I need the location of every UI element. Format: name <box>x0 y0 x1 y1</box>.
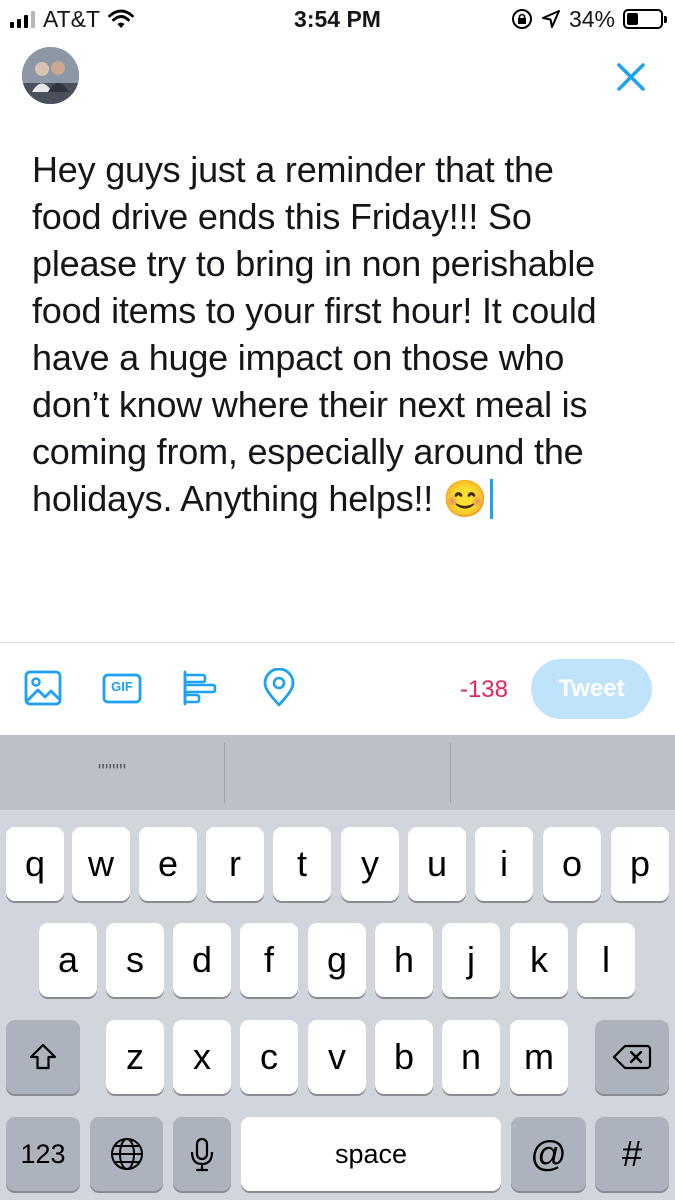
status-right: 34% <box>511 5 667 32</box>
text-cursor <box>489 479 493 519</box>
battery-nub <box>664 16 667 23</box>
hash-key[interactable]: # <box>595 1117 669 1191</box>
shift-key[interactable] <box>6 1020 80 1094</box>
key-w[interactable]: w <box>72 827 130 901</box>
gif-label: GIF <box>111 679 133 694</box>
shift-icon <box>29 1043 57 1070</box>
at-key[interactable]: @ <box>511 1117 586 1191</box>
key-r[interactable]: r <box>206 827 264 901</box>
key-g[interactable]: g <box>308 923 366 997</box>
prediction-1[interactable]: """" <box>0 735 224 810</box>
delete-icon <box>612 1044 652 1070</box>
key-i[interactable]: i <box>475 827 533 901</box>
key-f[interactable]: f <box>240 923 298 997</box>
numbers-key[interactable]: 123 <box>6 1117 80 1191</box>
tweet-line: Hey guys just a reminder that the <box>32 149 554 190</box>
delete-key[interactable] <box>595 1020 669 1094</box>
key-a[interactable]: a <box>39 923 97 997</box>
key-u[interactable]: u <box>408 827 466 901</box>
tweet-textarea[interactable]: Hey guys just a reminder that the food d… <box>32 146 642 522</box>
key-k[interactable]: k <box>510 923 568 997</box>
globe-icon <box>110 1138 143 1170</box>
avatar[interactable] <box>22 47 79 104</box>
location-icon <box>541 10 560 28</box>
close-icon[interactable] <box>612 58 650 96</box>
prediction-3[interactable] <box>451 735 675 810</box>
key-l[interactable]: l <box>577 923 635 997</box>
key-x[interactable]: x <box>173 1020 231 1094</box>
key-m[interactable]: m <box>510 1020 568 1094</box>
avatar-image <box>22 47 79 104</box>
gif-button[interactable]: GIF <box>102 668 142 708</box>
battery-icon <box>623 9 667 29</box>
space-key[interactable]: space <box>241 1117 501 1191</box>
orientation-lock-icon <box>511 9 532 29</box>
key-q[interactable]: q <box>6 827 64 901</box>
key-n[interactable]: n <box>442 1020 500 1094</box>
key-c[interactable]: c <box>240 1020 298 1094</box>
tweet-line: coming from, especially around the <box>32 431 584 472</box>
key-h[interactable]: h <box>375 923 433 997</box>
predictive-bar: """" <box>0 735 675 810</box>
location-pin-icon[interactable] <box>259 668 299 708</box>
key-t[interactable]: t <box>273 827 331 901</box>
key-o[interactable]: o <box>543 827 601 901</box>
key-p[interactable]: p <box>611 827 669 901</box>
key-s[interactable]: s <box>106 923 164 997</box>
key-z[interactable]: z <box>106 1020 164 1094</box>
tweet-line-last: holidays. Anything helps!! 😊 <box>32 475 642 522</box>
microphone-icon <box>190 1137 214 1172</box>
tweet-button[interactable]: Tweet <box>531 659 652 719</box>
key-b[interactable]: b <box>375 1020 433 1094</box>
image-icon[interactable] <box>23 668 63 708</box>
tweet-line: food items to your first hour! It could <box>32 290 597 331</box>
key-e[interactable]: e <box>139 827 197 901</box>
tweet-line: please try to bring in non perishable <box>32 243 595 284</box>
poll-icon[interactable] <box>181 668 221 708</box>
battery-fill <box>627 13 638 25</box>
character-counter: -138 <box>459 676 508 703</box>
tweet-line: don’t know where their next meal is <box>32 384 588 425</box>
tweet-line: food drive ends this Friday!!! So <box>32 196 532 237</box>
tweet-line: holidays. Anything helps!! 😊 <box>32 478 488 519</box>
key-j[interactable]: j <box>442 923 500 997</box>
status-bar: AT&T 3:54 PM 34% <box>0 0 675 40</box>
globe-key[interactable] <box>90 1117 163 1191</box>
key-v[interactable]: v <box>308 1020 366 1094</box>
keyboard: """" q w e r t y u i o p a s d f g h j k… <box>0 735 675 1200</box>
toolbar-divider <box>0 642 675 643</box>
key-y[interactable]: y <box>341 827 399 901</box>
tweet-line: have a huge impact on those who <box>32 337 565 378</box>
prediction-2[interactable] <box>225 735 450 810</box>
dictation-key[interactable] <box>173 1117 231 1191</box>
battery-percent: 34% <box>568 5 615 32</box>
key-d[interactable]: d <box>173 923 231 997</box>
